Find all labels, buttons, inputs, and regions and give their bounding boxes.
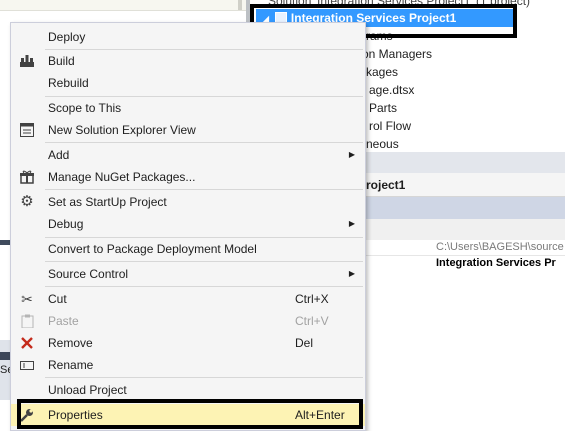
menu-item-new-solution-explorer-view[interactable]: New Solution Explorer View (11, 119, 365, 141)
menu-separator (45, 189, 363, 190)
menu-separator (45, 261, 363, 262)
menu-item-label: Debug (48, 217, 84, 231)
submenu-arrow-icon: ▶ (348, 150, 355, 159)
menu-item-label: Set as StartUp Project (48, 195, 167, 209)
gear-icon: ⚙ (20, 193, 34, 210)
menu-item-deploy[interactable]: Deploy (11, 26, 365, 48)
property-value: C:\Users\BAGESH\source (436, 241, 564, 253)
menu-item-shortcut: Ctrl+X (295, 292, 329, 306)
wrench-icon (19, 407, 35, 423)
menu-item-set-as-startup-project[interactable]: ⚙ Set as StartUp Project (11, 191, 365, 213)
menu-item-label: Convert to Package Deployment Model (48, 242, 257, 256)
menu-item-build[interactable]: Build (11, 50, 365, 72)
paste-icon (19, 313, 35, 329)
menu-item-label: Properties (48, 408, 103, 422)
menu-item-label: Remove (48, 336, 93, 350)
menu-item-label: Unload Project (48, 383, 127, 397)
menu-item-paste[interactable]: Paste Ctrl+V (11, 310, 365, 332)
left-pane-tab-strip (0, 240, 10, 245)
tree-child-item[interactable]: age.dtsx (369, 81, 414, 99)
new-view-icon (19, 122, 35, 138)
menu-item-scope-to-this[interactable]: Scope to This (11, 97, 365, 119)
menu-item-label: Cut (48, 292, 67, 306)
tree-child-item[interactable]: neous (366, 135, 399, 153)
menu-item-label: Build (48, 54, 75, 68)
build-icon (19, 53, 35, 69)
tree-child-item[interactable]: rol Flow (369, 117, 411, 135)
context-menu: Deploy Build Rebuild Scope to This New S… (10, 22, 366, 431)
menu-item-manage-nuget-packages[interactable]: Manage NuGet Packages... (11, 166, 365, 188)
rename-icon (19, 357, 35, 373)
left-pane-top (0, 0, 246, 11)
menu-item-shortcut: Ctrl+V (295, 314, 329, 328)
menu-item-cut[interactable]: ✂ Cut Ctrl+X (11, 288, 365, 310)
menu-item-label: Paste (48, 314, 79, 328)
menu-item-properties[interactable]: Properties Alt+Enter (11, 404, 365, 426)
menu-item-label: Source Control (48, 267, 129, 281)
cut-icon: ✂ (21, 291, 33, 307)
menu-item-unload-project[interactable]: Unload Project (11, 379, 365, 401)
tree-child-item[interactable]: rams (366, 27, 393, 45)
menu-item-rename[interactable]: Rename (11, 354, 365, 376)
nuget-icon (19, 169, 35, 185)
menu-item-convert-to-package-deployment-model[interactable]: Convert to Package Deployment Model (11, 238, 365, 260)
menu-item-label: Rename (48, 358, 94, 372)
property-value: Integration Services Pr (436, 257, 556, 269)
menu-item-label: Rebuild (48, 76, 89, 90)
menu-item-shortcut: Alt+Enter (295, 408, 345, 422)
solution-row-label: Solution 'Integration Services Project1'… (268, 0, 531, 8)
tree-child-item[interactable]: Parts (369, 99, 397, 117)
submenu-arrow-icon: ▶ (348, 219, 355, 228)
menu-item-label: Add (48, 148, 70, 162)
remove-icon (19, 335, 35, 351)
menu-item-debug[interactable]: Debug ▶ (11, 213, 365, 235)
menu-separator (45, 377, 363, 378)
menu-item-label: Scope to This (48, 101, 122, 115)
left-pane-scrollbar[interactable] (238, 0, 242, 10)
menu-item-label: New Solution Explorer View (48, 123, 196, 137)
menu-item-label: Deploy (48, 30, 86, 44)
tree-child-item[interactable]: tion Managers (356, 45, 432, 63)
menu-separator (45, 142, 363, 143)
menu-item-rebuild[interactable]: Rebuild (11, 72, 365, 94)
menu-item-source-control[interactable]: Source Control ▶ (11, 263, 365, 285)
tree-child-item[interactable]: kages (366, 63, 398, 81)
submenu-arrow-icon: ▶ (348, 269, 355, 278)
menu-separator (45, 402, 363, 403)
menu-item-label: Manage NuGet Packages... (48, 170, 196, 184)
menu-item-shortcut: Del (295, 336, 314, 350)
menu-item-remove[interactable]: Remove Del (11, 332, 365, 354)
menu-item-add[interactable]: Add ▶ (11, 144, 365, 166)
menu-separator (45, 286, 363, 287)
